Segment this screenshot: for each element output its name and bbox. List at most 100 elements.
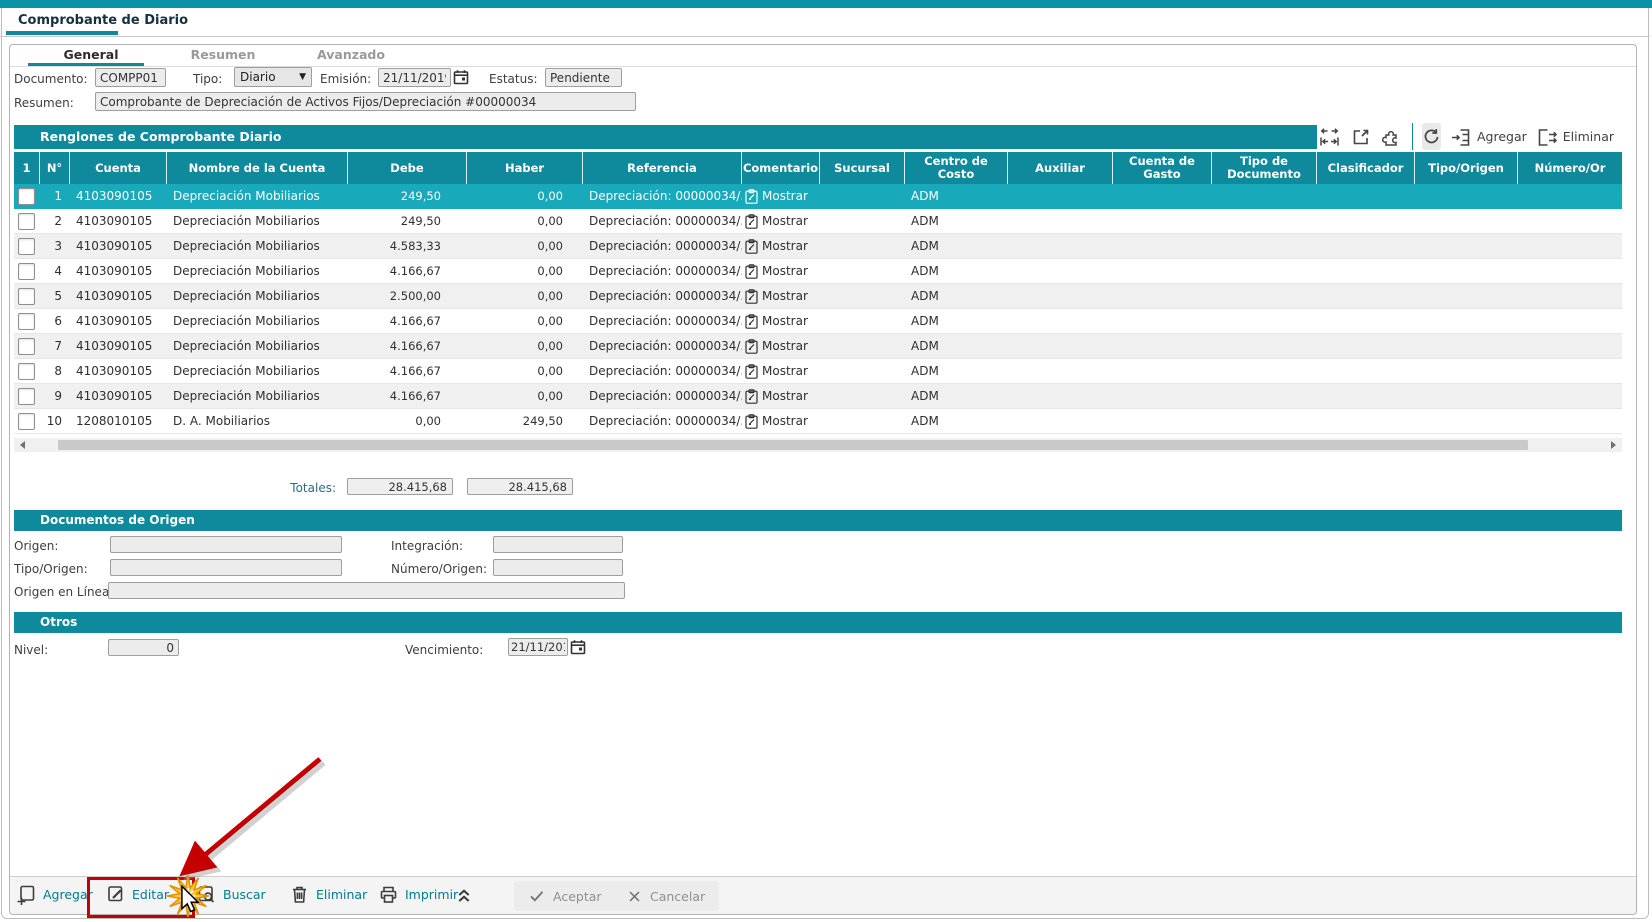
edit-pencil-icon xyxy=(105,884,126,905)
row-checkbox[interactable] xyxy=(18,313,35,330)
column-header[interactable]: Haber xyxy=(467,152,583,184)
tab-general[interactable]: General xyxy=(36,47,146,62)
row-checkbox[interactable] xyxy=(18,213,35,230)
comentario-mostrar-link[interactable]: Mostrar xyxy=(742,334,820,358)
column-header[interactable]: Cuenta xyxy=(70,152,167,184)
column-header[interactable]: Tipo de Documento xyxy=(1212,152,1317,184)
tab-avanzado[interactable]: Avanzado xyxy=(296,47,406,62)
eliminar-button[interactable]: Eliminar xyxy=(289,884,367,905)
table-row[interactable]: 64103090105Depreciación Mobiliarios4.166… xyxy=(14,309,1622,334)
cell-cuenta_gasto xyxy=(1113,334,1212,358)
cell-auxiliar xyxy=(1008,259,1113,283)
row-checkbox[interactable] xyxy=(18,338,35,355)
numero-origen-field[interactable] xyxy=(493,559,623,576)
column-header[interactable]: Centro de Costo xyxy=(905,152,1008,184)
documento-field[interactable] xyxy=(95,68,166,87)
cell-numero_origen xyxy=(1518,384,1622,408)
scroll-left-arrow-icon[interactable] xyxy=(20,441,25,449)
integracion-field[interactable] xyxy=(493,536,623,553)
vencimiento-calendar-icon[interactable] xyxy=(570,639,586,655)
comentario-mostrar-link[interactable]: Mostrar xyxy=(742,284,820,308)
table-row[interactable]: 74103090105Depreciación Mobiliarios4.166… xyxy=(14,334,1622,359)
cell-cuenta_gasto xyxy=(1113,284,1212,308)
table-row[interactable]: 24103090105Depreciación Mobiliarios249,5… xyxy=(14,209,1622,234)
agregar-button[interactable]: Agregar xyxy=(16,884,93,905)
table-row[interactable]: 34103090105Depreciación Mobiliarios4.583… xyxy=(14,234,1622,259)
mostrar-label: Mostrar xyxy=(762,289,808,303)
window-tab-title[interactable]: Comprobante de Diario xyxy=(18,13,188,28)
table-row[interactable]: 94103090105Depreciación Mobiliarios4.166… xyxy=(14,384,1622,409)
buscar-button[interactable]: Buscar xyxy=(196,884,266,905)
row-checkbox[interactable] xyxy=(18,363,35,380)
resumen-field[interactable] xyxy=(95,92,636,111)
comentario-mostrar-link[interactable]: Mostrar xyxy=(742,359,820,383)
emision-field[interactable] xyxy=(378,68,451,87)
column-header[interactable]: 1 xyxy=(14,152,40,184)
cell-auxiliar xyxy=(1008,334,1113,358)
column-header[interactable]: N° xyxy=(40,152,70,184)
row-checkbox[interactable] xyxy=(18,238,35,255)
column-header[interactable]: Sucursal xyxy=(820,152,905,184)
nivel-field[interactable] xyxy=(108,639,179,656)
column-header[interactable]: Debe xyxy=(348,152,467,184)
table-row[interactable]: 84103090105Depreciación Mobiliarios4.166… xyxy=(14,359,1622,384)
cancelar-button[interactable]: Cancelar xyxy=(612,881,719,911)
cell-cuenta_gasto xyxy=(1113,359,1212,383)
fit-columns-icon[interactable] xyxy=(1318,126,1341,148)
column-header[interactable]: Cuenta de Gasto xyxy=(1113,152,1212,184)
comentario-mostrar-link[interactable]: Mostrar xyxy=(742,384,820,408)
column-header[interactable]: Número/Or xyxy=(1518,152,1622,184)
row-checkbox[interactable] xyxy=(18,188,35,205)
comentario-mostrar-link[interactable]: Mostrar xyxy=(742,309,820,333)
imprimir-button[interactable]: Imprimir xyxy=(378,884,458,905)
cell-n: 9 xyxy=(40,384,70,408)
row-checkbox[interactable] xyxy=(18,288,35,305)
cell-tipo_documento xyxy=(1212,234,1317,258)
emision-calendar-icon[interactable] xyxy=(453,69,469,85)
origen-field[interactable] xyxy=(110,536,342,553)
origen-linea-field[interactable] xyxy=(108,582,625,599)
cell-tipo_origen xyxy=(1415,384,1518,408)
comentario-mostrar-link[interactable]: Mostrar xyxy=(742,409,820,433)
grid-horizontal-scrollbar[interactable] xyxy=(14,438,1622,452)
comentario-mostrar-link[interactable]: Mostrar xyxy=(742,184,820,208)
tab-resumen[interactable]: Resumen xyxy=(168,47,278,62)
scroll-right-arrow-icon[interactable] xyxy=(1611,441,1616,449)
editar-button[interactable]: Editar xyxy=(105,884,169,905)
tipo-origen-field[interactable] xyxy=(110,559,342,576)
cell-tipo_documento xyxy=(1212,384,1317,408)
refresh-button[interactable] xyxy=(1422,123,1441,150)
grid-add-row-button[interactable]: Agregar xyxy=(1450,126,1527,148)
column-header[interactable]: Tipo/Origen xyxy=(1415,152,1518,184)
column-header[interactable]: Referencia xyxy=(583,152,742,184)
puzzle-icon[interactable] xyxy=(1381,126,1403,148)
comentario-mostrar-link[interactable]: Mostrar xyxy=(742,259,820,283)
column-header[interactable]: Nombre de la Cuenta xyxy=(167,152,348,184)
table-row[interactable]: 44103090105Depreciación Mobiliarios4.166… xyxy=(14,259,1622,284)
grid-toolbar: Agregar Eliminar xyxy=(1318,121,1614,152)
estatus-field[interactable] xyxy=(545,68,622,87)
column-header[interactable]: Clasificador xyxy=(1317,152,1415,184)
cell-n: 8 xyxy=(40,359,70,383)
cell-n: 7 xyxy=(40,334,70,358)
column-header[interactable]: Comentario xyxy=(742,152,820,184)
aceptar-button[interactable]: Aceptar xyxy=(514,881,616,911)
table-row[interactable]: 54103090105Depreciación Mobiliarios2.500… xyxy=(14,284,1622,309)
cell-nombre: Depreciación Mobiliarios xyxy=(167,234,348,258)
row-checkbox[interactable] xyxy=(18,413,35,430)
row-select-cell xyxy=(14,309,40,333)
cell-tipo_origen xyxy=(1415,334,1518,358)
collapse-toolbar-button[interactable] xyxy=(453,886,475,904)
vencimiento-field[interactable] xyxy=(508,638,568,656)
tipo-select[interactable]: Diario ▼ xyxy=(234,67,312,87)
scrollbar-thumb[interactable] xyxy=(58,440,1528,450)
comentario-mostrar-link[interactable]: Mostrar xyxy=(742,209,820,233)
column-header[interactable]: Auxiliar xyxy=(1008,152,1113,184)
open-external-icon[interactable] xyxy=(1350,126,1372,148)
row-checkbox[interactable] xyxy=(18,388,35,405)
row-checkbox[interactable] xyxy=(18,263,35,280)
table-row[interactable]: 101208010105D. A. Mobiliarios0,00249,50D… xyxy=(14,409,1622,434)
table-row[interactable]: 14103090105Depreciación Mobiliarios249,5… xyxy=(14,184,1622,209)
comentario-mostrar-link[interactable]: Mostrar xyxy=(742,234,820,258)
grid-remove-row-button[interactable]: Eliminar xyxy=(1536,126,1614,148)
